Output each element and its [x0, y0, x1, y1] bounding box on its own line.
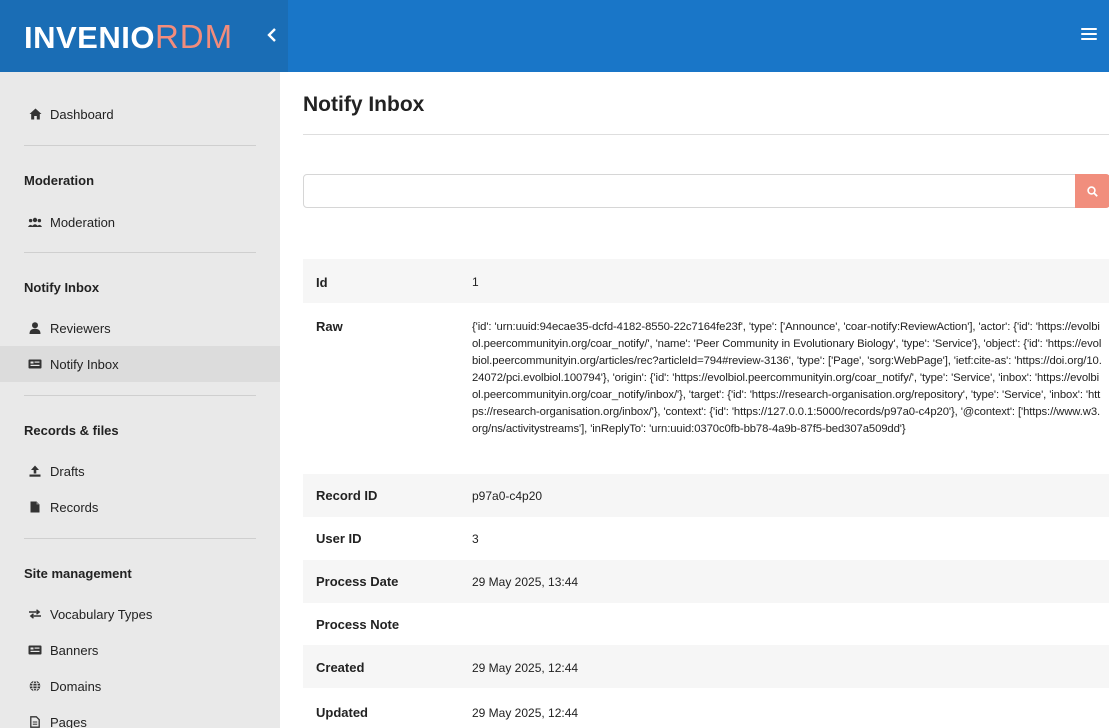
detail-row-process-date: Process Date 29 May 2025, 13:44 — [303, 560, 1109, 603]
sidebar-item-banners[interactable]: Banners — [0, 632, 280, 668]
sidebar-item-label: Drafts — [50, 463, 85, 479]
banner-card-icon — [28, 645, 42, 655]
search-icon — [1087, 185, 1098, 197]
page-icon — [28, 716, 42, 728]
title-divider — [303, 134, 1109, 135]
logo-main: INVENIO — [24, 20, 155, 55]
brand-area: INVENIORDM — [0, 0, 288, 72]
section-title-records-files: Records & files — [24, 423, 119, 438]
sidebar: Dashboard Moderation Moderation Notify I… — [0, 72, 280, 728]
hamburger-menu-button[interactable] — [1081, 28, 1097, 42]
user-icon — [28, 322, 42, 334]
process-date-value: 29 May 2025, 13:44 — [472, 575, 579, 589]
sidebar-divider — [24, 145, 256, 146]
detail-row-id: Id 1 — [303, 259, 1109, 303]
notification-detail-table: Id 1 Raw {'id': 'urn:uuid:94ecae35-dcfd-… — [303, 259, 1109, 728]
sidebar-item-pages[interactable]: Pages — [0, 704, 280, 728]
sidebar-item-reviewers[interactable]: Reviewers — [0, 310, 280, 346]
inbox-card-icon — [28, 359, 42, 369]
detail-row-record-id: Record ID p97a0-c4p20 — [303, 474, 1109, 517]
sidebar-item-dashboard[interactable]: Dashboard — [0, 96, 280, 132]
sidebar-item-label: Pages — [50, 714, 87, 728]
sidebar-item-drafts[interactable]: Drafts — [0, 453, 280, 489]
users-icon — [28, 217, 42, 227]
app-logo[interactable]: INVENIORDM — [24, 19, 233, 56]
collapse-sidebar-button[interactable] — [262, 24, 282, 48]
sidebar-item-domains[interactable]: Domains — [0, 668, 280, 704]
detail-label: Created — [316, 660, 365, 675]
upload-icon — [28, 465, 42, 477]
detail-label: Process Date — [316, 574, 399, 589]
search-bar — [303, 174, 1109, 208]
detail-label: Id — [316, 275, 328, 290]
sidebar-item-vocabulary-types[interactable]: Vocabulary Types — [0, 596, 280, 632]
detail-row-created: Created 29 May 2025, 12:44 — [303, 645, 1109, 688]
updated-value: 29 May 2025, 12:44 — [472, 706, 579, 720]
detail-label: Record ID — [316, 488, 378, 503]
hamburger-icon — [1081, 28, 1097, 30]
page-title: Notify Inbox — [303, 93, 425, 116]
detail-label: Updated — [316, 705, 368, 720]
search-input[interactable] — [304, 175, 1074, 207]
chevron-left-icon — [267, 28, 276, 42]
sidebar-item-notify-inbox[interactable]: Notify Inbox — [0, 346, 280, 382]
sidebar-item-label: Moderation — [50, 214, 116, 230]
section-title-site-management: Site management — [24, 566, 132, 581]
sidebar-item-label: Vocabulary Types — [50, 606, 153, 622]
sidebar-divider — [24, 252, 256, 253]
file-icon — [28, 501, 42, 513]
sidebar-item-label: Banners — [50, 642, 99, 658]
raw-json-value: {'id': 'urn:uuid:94ecae35-dcfd-4182-8550… — [472, 321, 1102, 435]
id-link[interactable]: 1 — [472, 275, 479, 289]
sidebar-item-label: Domains — [50, 678, 102, 694]
globe-icon — [28, 680, 42, 692]
detail-row-updated: Updated 29 May 2025, 12:44 — [303, 688, 1109, 728]
sidebar-item-label: Dashboard — [50, 106, 114, 122]
sidebar-item-label: Notify Inbox — [50, 356, 119, 372]
detail-row-user-id: User ID 3 — [303, 517, 1109, 560]
sidebar-item-records[interactable]: Records — [0, 489, 280, 525]
detail-row-raw: Raw {'id': 'urn:uuid:94ecae35-dcfd-4182-… — [303, 303, 1109, 474]
logo-accent: RDM — [154, 18, 234, 55]
home-icon — [28, 108, 42, 120]
sidebar-item-moderation[interactable]: Moderation — [0, 204, 280, 240]
section-title-notify-inbox: Notify Inbox — [24, 280, 100, 295]
record-id-value: p97a0-c4p20 — [472, 489, 543, 503]
user-id-value: 3 — [472, 532, 479, 546]
sidebar-divider — [24, 395, 256, 396]
section-title-moderation: Moderation — [24, 173, 95, 188]
detail-label: User ID — [316, 531, 362, 546]
created-value: 29 May 2025, 12:44 — [472, 661, 579, 675]
sidebar-divider — [24, 538, 256, 539]
exchange-icon — [28, 609, 42, 619]
detail-label: Process Note — [316, 617, 400, 632]
sidebar-item-label: Records — [50, 499, 99, 515]
top-bar: INVENIORDM — [0, 0, 1109, 72]
search-button[interactable] — [1075, 174, 1109, 208]
sidebar-item-label: Reviewers — [50, 320, 111, 336]
detail-row-process-note: Process Note — [303, 603, 1109, 645]
detail-label: Raw — [316, 319, 343, 334]
